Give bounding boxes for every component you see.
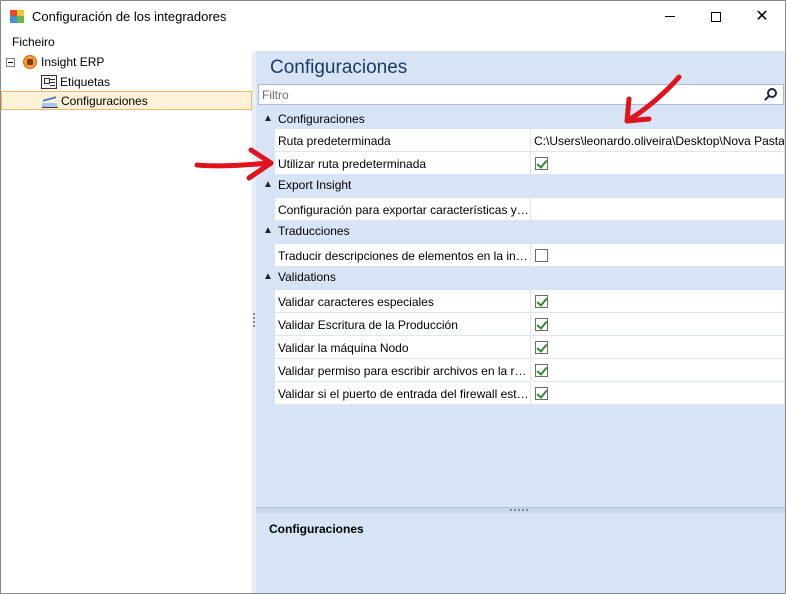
filter-placeholder: Filtro — [262, 88, 289, 102]
checkbox[interactable] — [535, 364, 548, 377]
property-row[interactable]: Validar Escritura de la Producción — [258, 313, 784, 336]
category-label: Configuraciones — [278, 112, 365, 126]
collapse-arrow-icon[interactable]: ▲ — [263, 113, 273, 124]
checkbox[interactable] — [535, 318, 548, 331]
property-value[interactable] — [531, 152, 784, 175]
property-value[interactable]: C:\Users\leonardo.oliveira\Desktop\Nova … — [531, 129, 784, 152]
minimize-icon — [665, 16, 675, 17]
tree-node-etiquetas-label: Etiquetas — [60, 74, 111, 89]
title-bar[interactable]: Configuración de los integradores ✕ — [1, 1, 785, 32]
menu-bar: Ficheiro — [1, 32, 785, 51]
property-name: Utilizar ruta predeterminada — [275, 152, 531, 175]
tree-node-configuraciones[interactable]: Configuraciones — [1, 91, 252, 110]
menu-ficheiro[interactable]: Ficheiro — [12, 35, 55, 49]
maximize-button[interactable] — [693, 1, 739, 32]
collapse-arrow-icon[interactable]: ▲ — [263, 179, 273, 190]
property-value[interactable] — [531, 382, 784, 405]
collapse-arrow-icon[interactable]: ▲ — [263, 271, 273, 282]
tree-node-root[interactable]: Insight ERP — [1, 53, 251, 72]
property-grid-empty-area — [256, 407, 785, 507]
window-title: Configuración de los integradores — [32, 9, 227, 24]
property-row[interactable]: Validar la máquina Nodo — [258, 336, 784, 359]
property-name: Validar caracteres especiales — [275, 290, 531, 313]
description-title: Configuraciones — [269, 522, 364, 536]
property-row[interactable]: Traducir descripciones de elementos en l… — [258, 244, 784, 267]
maximize-icon — [711, 11, 721, 22]
search-icon[interactable] — [763, 87, 779, 103]
category-validations[interactable]: ▲ Validations — [258, 267, 784, 287]
property-row[interactable]: Configuración para exportar característi… — [258, 198, 784, 221]
checkbox[interactable] — [535, 341, 548, 354]
property-name: Validar la máquina Nodo — [275, 336, 531, 359]
property-name: Configuración para exportar característi… — [275, 198, 531, 221]
checkbox[interactable] — [535, 249, 548, 262]
category-label: Traducciones — [278, 224, 350, 238]
tree-node-etiquetas[interactable]: Etiquetas — [41, 72, 110, 91]
property-value[interactable] — [531, 313, 784, 336]
minimize-button[interactable] — [647, 1, 693, 32]
checkbox[interactable] — [535, 295, 548, 308]
page-title: Configuraciones — [270, 57, 408, 78]
property-value[interactable] — [531, 198, 784, 221]
property-row[interactable]: Validar permiso para escribir archivos e… — [258, 359, 784, 382]
collapse-icon[interactable] — [6, 58, 15, 67]
labels-icon — [41, 74, 57, 89]
category-traducciones[interactable]: ▲ Traducciones — [258, 221, 784, 241]
insight-erp-icon — [23, 55, 37, 69]
property-name: Ruta predeterminada — [275, 129, 531, 152]
category-label: Validations — [278, 270, 336, 284]
category-export-insight[interactable]: ▲ Export Insight — [258, 175, 784, 195]
settings-panel: Configuraciones Filtro ▲ Configuraciones… — [256, 51, 785, 593]
tree-node-root-label: Insight ERP — [41, 55, 105, 69]
collapse-arrow-icon[interactable]: ▲ — [263, 225, 273, 236]
chart-settings-icon — [42, 95, 58, 108]
main-window: Configuración de los integradores ✕ Fich… — [0, 0, 786, 594]
property-name: Validar Escritura de la Producción — [275, 313, 531, 336]
close-button[interactable]: ✕ — [739, 1, 785, 32]
property-value[interactable] — [531, 290, 784, 313]
property-row[interactable]: Validar caracteres especiales — [258, 290, 784, 313]
category-configuraciones[interactable]: ▲ Configuraciones — [258, 109, 784, 129]
category-label: Export Insight — [278, 178, 352, 192]
property-row[interactable]: Validar si el puerto de entrada del fire… — [258, 382, 784, 405]
property-row[interactable]: Utilizar ruta predeterminada — [258, 152, 784, 175]
property-name: Validar permiso para escribir archivos e… — [275, 359, 531, 382]
checkbox[interactable] — [535, 387, 548, 400]
property-value[interactable] — [531, 359, 784, 382]
property-row[interactable]: Ruta predeterminada C:\Users\leonardo.ol… — [258, 129, 784, 152]
splitter-grip-icon — [510, 509, 530, 511]
property-value[interactable] — [531, 244, 784, 267]
navigation-tree: Insight ERP Etiquetas Configuraciones — [1, 51, 252, 593]
property-value[interactable] — [531, 336, 784, 359]
tree-node-configuraciones-label: Configuraciones — [61, 94, 148, 108]
checkbox[interactable] — [535, 157, 548, 170]
close-icon: ✕ — [755, 7, 769, 25]
splitter-grip-icon — [253, 313, 255, 329]
property-name: Traducir descripciones de elementos en l… — [275, 244, 531, 267]
app-icon — [10, 10, 24, 23]
filter-input[interactable]: Filtro — [258, 84, 784, 105]
property-name: Validar si el puerto de entrada del fire… — [275, 382, 531, 405]
property-grid: ▲ Configuraciones Ruta predeterminada C:… — [258, 109, 784, 407]
description-pane: Configuraciones — [256, 513, 785, 593]
